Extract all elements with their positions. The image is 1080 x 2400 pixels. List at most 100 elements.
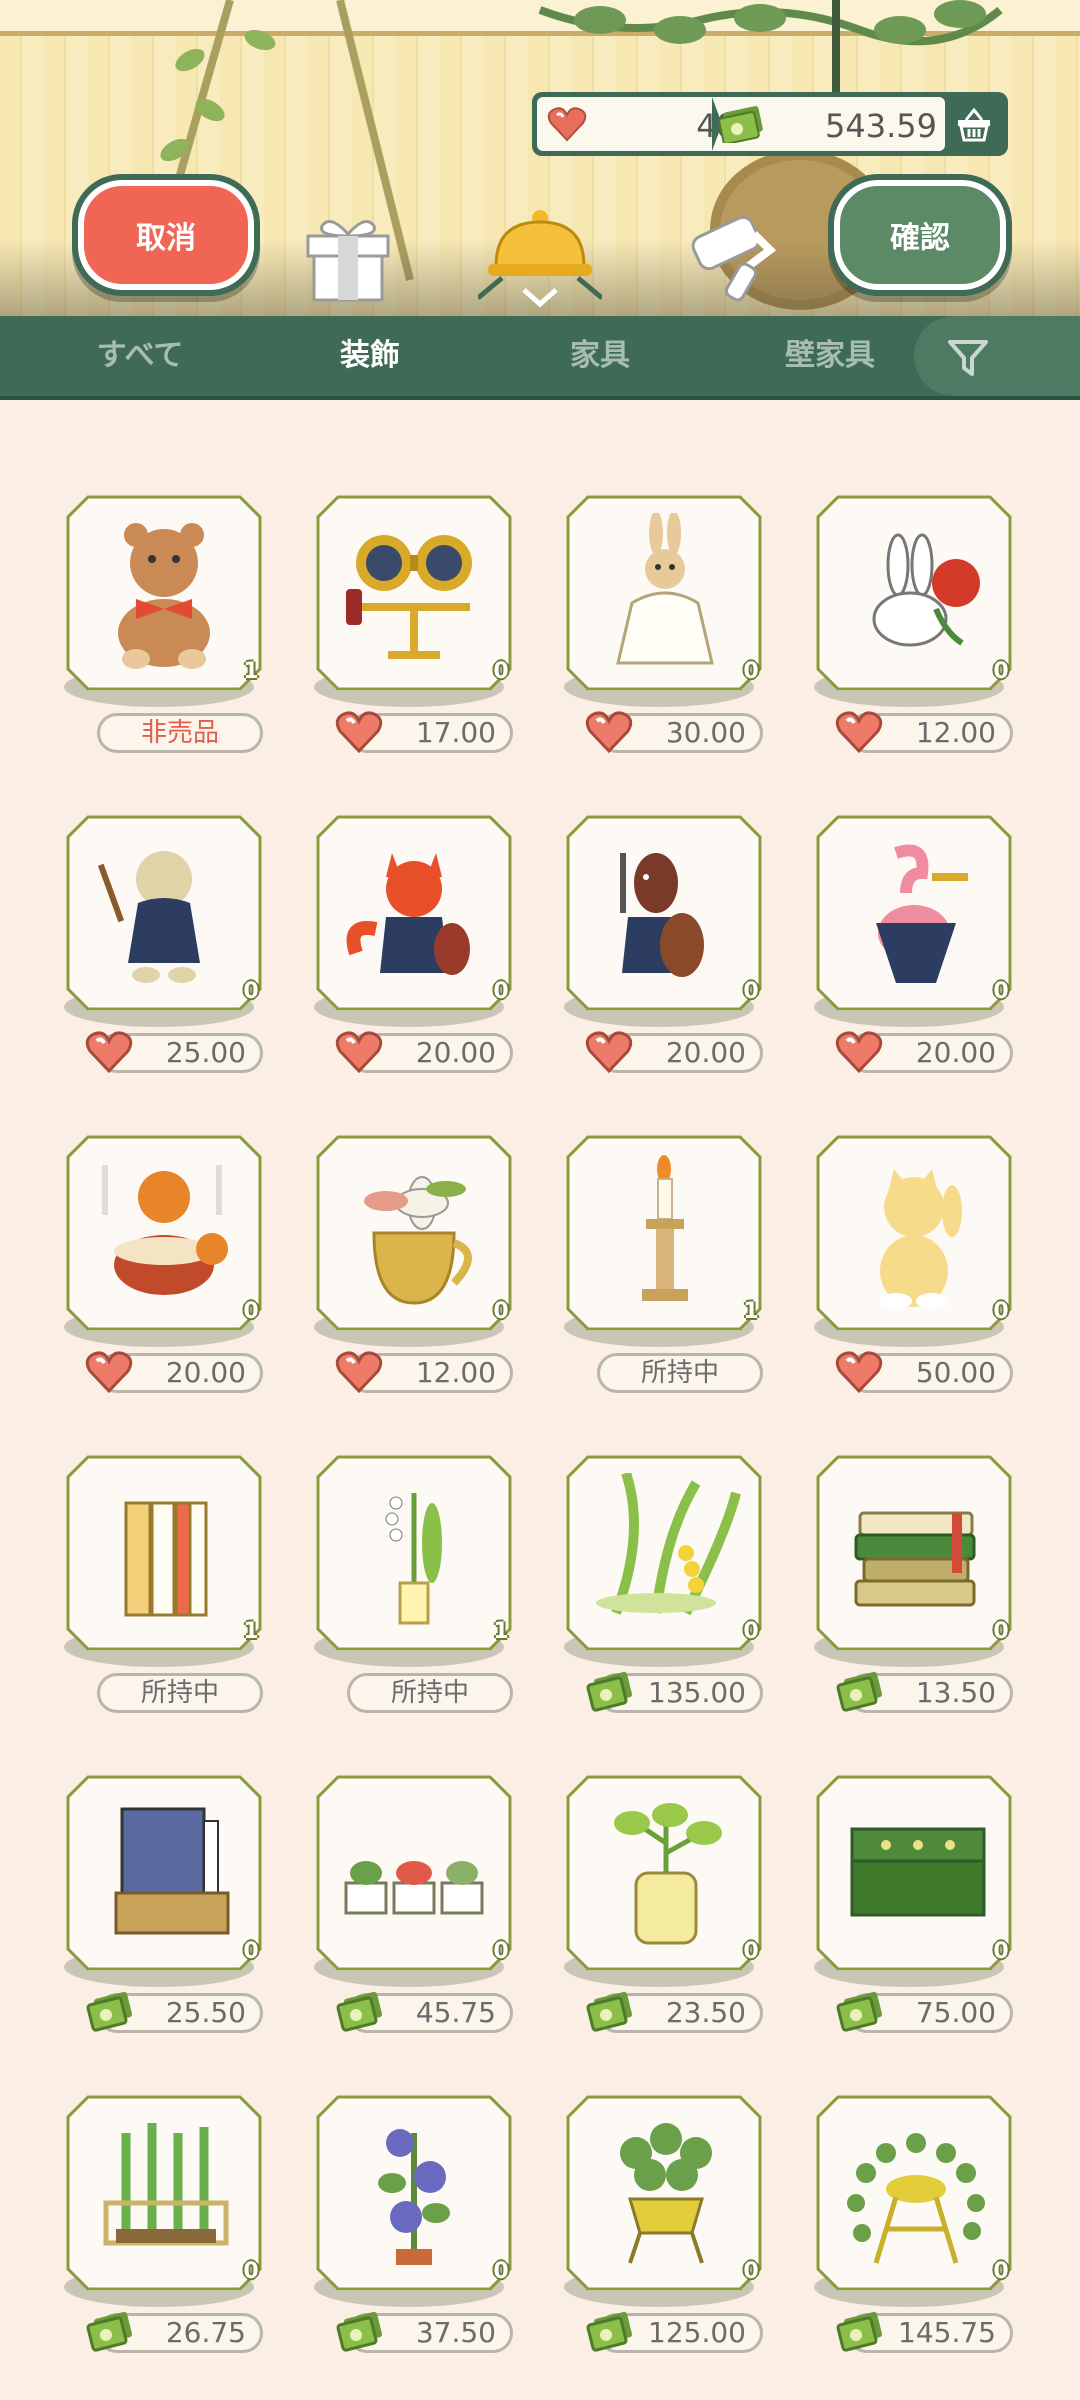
item-card[interactable] [66,2095,262,2291]
fox-violinist-icon [346,853,470,975]
item-card[interactable] [816,815,1012,1011]
filter-button[interactable] [914,316,1080,396]
bell-icon[interactable] [478,208,602,318]
shop-item[interactable]: 0 20.00 [792,815,1013,1115]
night-picture-book-icon [114,1807,230,1935]
owned-count: 0 [243,979,259,1004]
item-card[interactable] [566,1455,762,1651]
round-leaf-plant-icon [620,2123,712,2264]
shop-item[interactable]: 0 25.50 [42,1775,263,2075]
currency-display: 48 543.59 [532,92,1008,156]
basket-icon [958,107,990,142]
owned-count: 0 [743,1619,759,1644]
shop-item[interactable]: 0 20.00 [292,815,513,1115]
tab-all[interactable]: すべて [40,316,240,396]
pothos-jar-icon [614,1803,722,1945]
owned-count: 0 [493,1939,509,1964]
tab-furniture[interactable]: 家具 [500,316,700,396]
book-set-icon [124,1501,208,1617]
shop-item[interactable]: 0 25.00 [42,815,263,1115]
item-card[interactable] [566,1135,762,1331]
lily-plant-icon [596,1473,741,1616]
shop-item[interactable]: 0 13.50 [792,1455,1013,1755]
item-card[interactable] [566,2095,762,2291]
owned-count: 0 [993,1299,1009,1324]
item-card[interactable] [66,815,262,1011]
shop-item[interactable]: 1 所持中 [542,1135,763,1435]
shop-item[interactable]: 0 37.50 [292,2095,513,2395]
owned-count: 0 [493,659,509,684]
item-card[interactable] [316,1455,512,1651]
owned-count: 1 [243,1619,259,1644]
shop-item[interactable]: 0 125.00 [542,2095,763,2395]
shop-item[interactable]: 0 12.00 [292,1135,513,1435]
basket-button[interactable] [945,97,1003,151]
price-tag: 所持中 [97,1673,263,1713]
shop-item[interactable]: 1 非売品 [42,495,263,795]
item-card[interactable] [316,1775,512,1971]
dog-conductor-icon [97,851,200,983]
heart-icon [584,707,634,757]
flower-pitcher-icon [364,1176,472,1305]
heart-icon [334,1347,384,1397]
shop-item[interactable]: 0 50.00 [792,1135,1013,1435]
item-card[interactable] [566,495,762,691]
item-card[interactable] [66,1135,262,1331]
heart-icon [834,1027,884,1077]
shop-item[interactable]: 1 所持中 [42,1455,263,1755]
price-tag: 非売品 [97,713,263,753]
item-card[interactable] [816,2095,1012,2291]
owned-count: 0 [493,2259,509,2284]
item-card[interactable] [816,1455,1012,1651]
shop-item[interactable]: 0 26.75 [42,2095,263,2395]
owned-count: 1 [243,659,259,684]
item-card[interactable] [316,1135,512,1331]
owned-count: 0 [743,979,759,1004]
heart-icon [834,1347,884,1397]
shop-item[interactable]: 0 20.00 [542,815,763,1115]
item-card[interactable] [316,495,512,691]
shop-item[interactable]: 0 75.00 [792,1775,1013,2075]
item-card[interactable] [316,815,512,1011]
tab-wall-furniture[interactable]: 壁家具 [730,316,930,396]
owned-count: 0 [493,1299,509,1324]
item-card[interactable] [816,1775,1012,1971]
item-card[interactable] [816,1135,1012,1331]
gift-icon[interactable] [300,214,396,304]
item-grid: 1 非売品 0 17.00 0 30.00 0 12.00 0 25.00 0 20.00 0 20.00… [0,400,1080,2400]
item-card[interactable] [816,495,1012,691]
filter-icon [948,340,988,376]
confirm-button[interactable]: 確認 [834,180,1006,290]
shop-item[interactable]: 1 所持中 [292,1455,513,1755]
paint-roller-icon[interactable] [686,206,782,306]
cancel-button[interactable]: 取消 [78,180,254,290]
shop-item[interactable]: 0 45.75 [292,1775,513,2075]
item-card[interactable] [316,2095,512,2291]
item-card[interactable] [66,495,262,691]
shop-item[interactable]: 0 12.00 [792,495,1013,795]
price-tag: 所持中 [597,1353,763,1393]
chevron-down-icon [522,288,558,308]
item-card[interactable] [66,1455,262,1651]
shop-item[interactable]: 0 30.00 [542,495,763,795]
rabbit-doll-icon [616,513,714,665]
owned-count: 0 [993,659,1009,684]
waving-cat-icon [880,1169,962,1309]
owned-count: 1 [493,1619,509,1644]
price-tag: 所持中 [347,1673,513,1713]
category-tabs: すべて 装飾 家具 壁家具 [0,316,1080,400]
item-card[interactable] [566,1775,762,1971]
shop-item[interactable]: 0 145.75 [792,2095,1013,2395]
morning-glory-icon [378,2129,450,2265]
green-planter-icon [850,1827,986,1917]
shop-item[interactable]: 0 17.00 [292,495,513,795]
shop-item[interactable]: 0 20.00 [42,1135,263,1435]
item-card[interactable] [66,1775,262,1971]
shop-item[interactable]: 0 135.00 [542,1455,763,1755]
money-icon [584,1667,634,1717]
tab-decoration[interactable]: 装飾 [270,316,470,396]
shop-item[interactable]: 0 23.50 [542,1775,763,2075]
owned-count: 0 [993,2259,1009,2284]
money-icon [718,106,763,143]
item-card[interactable] [566,815,762,1011]
